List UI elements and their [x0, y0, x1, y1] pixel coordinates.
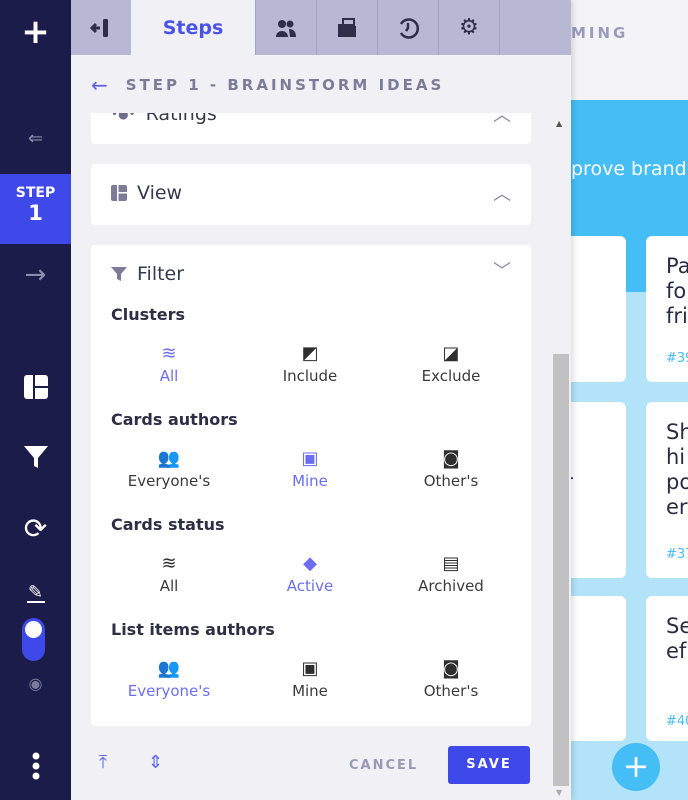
panel-footer: ⤒ ⇕ CANCEL SAVE	[71, 740, 571, 790]
authors-mine-option[interactable]: ▣ Mine	[240, 448, 380, 490]
view-section[interactable]: View ︿	[91, 164, 531, 225]
panel-tabs: Steps ⚙	[71, 0, 571, 55]
plus-icon[interactable]: +	[0, 12, 71, 52]
layers-icon: ≋	[161, 343, 177, 364]
more-icon[interactable]	[0, 752, 71, 784]
users-icon: 👥	[157, 658, 181, 679]
gear-icon[interactable]: ⚙	[439, 0, 500, 55]
exclude-icon: ◪	[442, 343, 460, 364]
authors-others-option[interactable]: ◙ Other's	[381, 448, 521, 490]
board-title: MING	[571, 24, 629, 42]
list-authors-others-option[interactable]: ◙ Other's	[381, 658, 521, 700]
left-rail: + ⇐ STEP 1 → ⟳ ✎ ◉	[0, 0, 71, 800]
ratings-section[interactable]: •●• Ratings ︿	[91, 113, 531, 144]
portrait-icon: ▣	[301, 448, 319, 469]
save-button[interactable]: SAVE	[448, 746, 530, 784]
panel-scroll-area: •●• Ratings ︿ View ︿ Filter ﹀ Clusters ≋ A…	[91, 113, 531, 733]
cancel-button[interactable]: CANCEL	[349, 758, 418, 773]
ratings-icon: •●•	[111, 113, 136, 121]
back-arrow-icon[interactable]: ←	[91, 73, 108, 97]
status-all-option[interactable]: ≋ All	[99, 553, 239, 595]
cards-authors-label: Cards authors	[111, 410, 238, 429]
goal-text: prove brand	[571, 158, 687, 180]
users-icon[interactable]	[255, 0, 317, 55]
filter-icon[interactable]	[0, 444, 71, 474]
panel-scrollbar[interactable]: ▲ ▼	[552, 113, 570, 800]
cards-icon: ◆	[303, 553, 317, 574]
collapse-all-icon[interactable]: ⤒	[99, 752, 107, 773]
status-active-option[interactable]: ◆ Active	[240, 553, 380, 595]
step-number: 1	[28, 201, 43, 225]
idea-card[interactable]: Sh hi po er#37	[646, 402, 688, 578]
cards-status-label: Cards status	[111, 515, 225, 534]
layers-icon: ≋	[161, 553, 177, 574]
idea-card[interactable]: Se ef#40	[646, 596, 688, 741]
history-icon[interactable]	[378, 0, 439, 55]
list-authors-everyone-option[interactable]: 👥 Everyone's	[99, 658, 239, 700]
contact-icon: ◙	[442, 658, 460, 679]
include-icon: ◩	[301, 343, 319, 364]
arrow-left-icon[interactable]: ⇐	[0, 128, 71, 149]
section-title: Ratings	[145, 113, 217, 125]
sync-icon[interactable]: ⟳	[0, 512, 71, 545]
authors-everyone-option[interactable]: 👥 Everyone's	[99, 448, 239, 490]
pencil-icon: ✎	[26, 582, 45, 603]
current-step[interactable]: STEP 1	[0, 174, 71, 244]
list-items-authors-label: List items authors	[111, 620, 275, 639]
step-header: ← STEP 1 - BRAINSTORM IDEAS	[91, 73, 444, 97]
cluster-all-option[interactable]: ≋ All	[99, 343, 239, 385]
layout-icon[interactable]	[0, 374, 71, 404]
portrait-icon: ▣	[301, 658, 319, 679]
section-title: View	[137, 182, 183, 204]
layout-icon	[111, 185, 127, 201]
collapse-panel-icon[interactable]	[71, 0, 131, 55]
filter-section: Filter ﹀ Clusters ≋ All ◩ Include ◪ Exclude…	[91, 245, 531, 726]
arrow-right-icon[interactable]: →	[0, 260, 71, 290]
cluster-include-option[interactable]: ◩ Include	[240, 343, 380, 385]
board-header: MING	[571, 0, 688, 100]
clusters-label: Clusters	[111, 305, 186, 324]
step-title: STEP 1 - BRAINSTORM IDEAS	[125, 76, 445, 94]
scrollbar-thumb[interactable]	[553, 354, 569, 786]
section-title: Filter	[137, 263, 185, 285]
chevron-up-icon[interactable]: ︿	[493, 180, 511, 206]
chevron-down-icon[interactable]: ﹀	[493, 257, 511, 283]
filter-icon	[111, 267, 127, 281]
step-label: STEP	[15, 185, 56, 201]
cluster-exclude-option[interactable]: ◪ Exclude	[381, 343, 521, 385]
tab-steps[interactable]: Steps	[131, 0, 255, 55]
edit-view-toggle[interactable]	[22, 618, 45, 661]
board-background: MING prove brand ☰ 2 Pa fo fri#39 ur Sh …	[531, 0, 688, 800]
eye-icon: ◉	[28, 674, 43, 693]
archive-icon: ▤	[442, 553, 460, 574]
expand-all-icon[interactable]: ⇕	[148, 752, 163, 773]
list-authors-mine-option[interactable]: ▣ Mine	[240, 658, 380, 700]
users-icon: 👥	[157, 448, 181, 469]
contact-icon: ◙	[442, 448, 460, 469]
steps-panel: Steps ⚙ ← STEP 1 - BRAINSTORM IDEAS •●• R…	[71, 0, 571, 800]
idea-card[interactable]: Pa fo fri#39	[646, 236, 688, 382]
add-card-button[interactable]: +	[612, 743, 660, 791]
chevron-up-icon[interactable]: ︿	[493, 113, 511, 127]
folder-open-icon[interactable]	[317, 0, 378, 55]
status-archived-option[interactable]: ▤ Archived	[381, 553, 521, 595]
